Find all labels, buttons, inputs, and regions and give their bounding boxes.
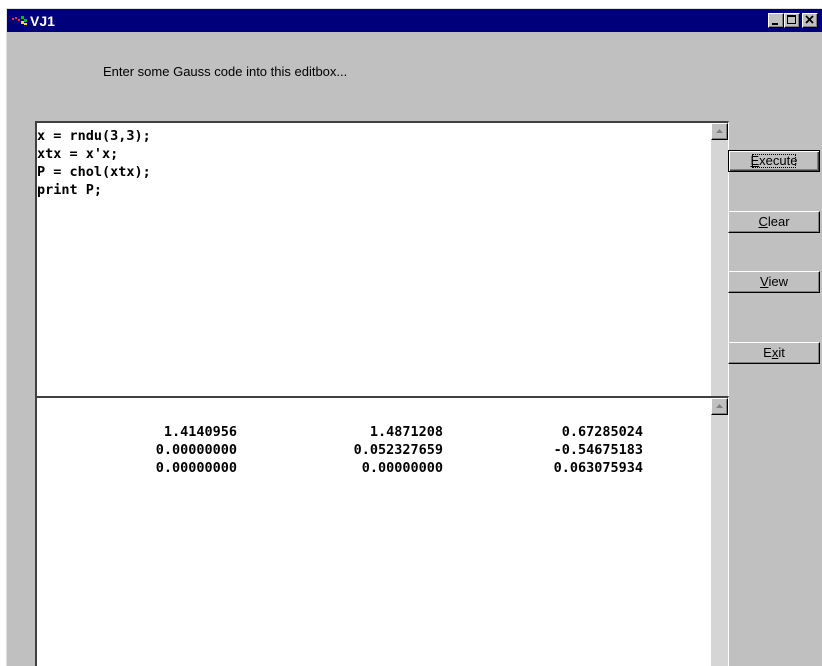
- close-icon: [805, 15, 814, 24]
- code-scrollbar[interactable]: [711, 123, 728, 397]
- clear-label: lear: [767, 214, 790, 229]
- code-line: xtx = x'x;: [37, 146, 119, 162]
- minimize-icon: [772, 23, 778, 25]
- vj1-window: VJ1 Enter some Gauss code into this edit…: [6, 8, 822, 666]
- output-scrollbar[interactable]: [711, 398, 728, 666]
- code-line: P = chol(xtx);: [37, 164, 151, 180]
- exit-label-pre: E: [763, 345, 772, 360]
- exit-label: it: [778, 345, 785, 360]
- output-cell: 0.052327659: [353, 442, 443, 458]
- view-button[interactable]: View: [728, 271, 820, 293]
- execute-label: Execute: [749, 151, 800, 171]
- title-bar[interactable]: VJ1: [7, 9, 822, 32]
- instruction-label: Enter some Gauss code into this editbox.…: [103, 64, 348, 79]
- code-editbox[interactable]: x = rndu(3,3); xtx = x'x; P = chol(xtx);…: [35, 121, 729, 398]
- code-line: x = rndu(3,3);: [37, 128, 151, 144]
- minimize-button[interactable]: [768, 13, 784, 28]
- arrow-up-icon: [716, 129, 723, 133]
- arrow-up-icon: [716, 404, 723, 408]
- app-icon: [12, 16, 27, 25]
- output-cell: 0.063075934: [553, 460, 643, 476]
- view-label: iew: [768, 274, 788, 289]
- window-title: VJ1: [30, 13, 55, 29]
- execute-button[interactable]: Execute: [728, 150, 820, 172]
- close-button[interactable]: [802, 13, 818, 28]
- clear-mnemonic: C: [758, 214, 768, 229]
- output-cell: 0.00000000: [155, 442, 237, 458]
- output-cell: -0.54675183: [553, 442, 643, 458]
- output-box[interactable]: 1.4140956 1.4871208 0.67285024 0.0000000…: [35, 396, 729, 666]
- clear-button[interactable]: Clear: [728, 211, 820, 233]
- code-scroll-up-button[interactable]: [711, 123, 728, 140]
- maximize-icon: [787, 15, 796, 24]
- output-cell: 0.00000000: [361, 460, 443, 476]
- code-line: print P;: [37, 182, 103, 198]
- output-cell: 0.67285024: [561, 424, 643, 440]
- output-cell: 1.4871208: [369, 424, 443, 440]
- code-text[interactable]: x = rndu(3,3); xtx = x'x; P = chol(xtx);…: [37, 127, 151, 199]
- output-cell: 0.00000000: [155, 460, 237, 476]
- exit-button[interactable]: Exit: [728, 342, 820, 364]
- output-cell: 1.4140956: [163, 424, 237, 440]
- output-scroll-up-button[interactable]: [711, 398, 728, 415]
- maximize-button[interactable]: [784, 13, 800, 28]
